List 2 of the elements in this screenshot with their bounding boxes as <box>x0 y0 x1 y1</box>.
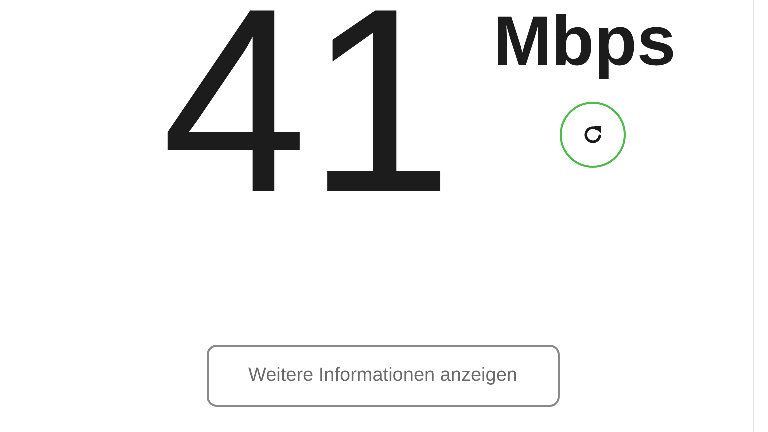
more-info-button[interactable]: Weitere Informationen anzeigen <box>206 345 560 407</box>
speed-value: 41 <box>162 0 454 232</box>
